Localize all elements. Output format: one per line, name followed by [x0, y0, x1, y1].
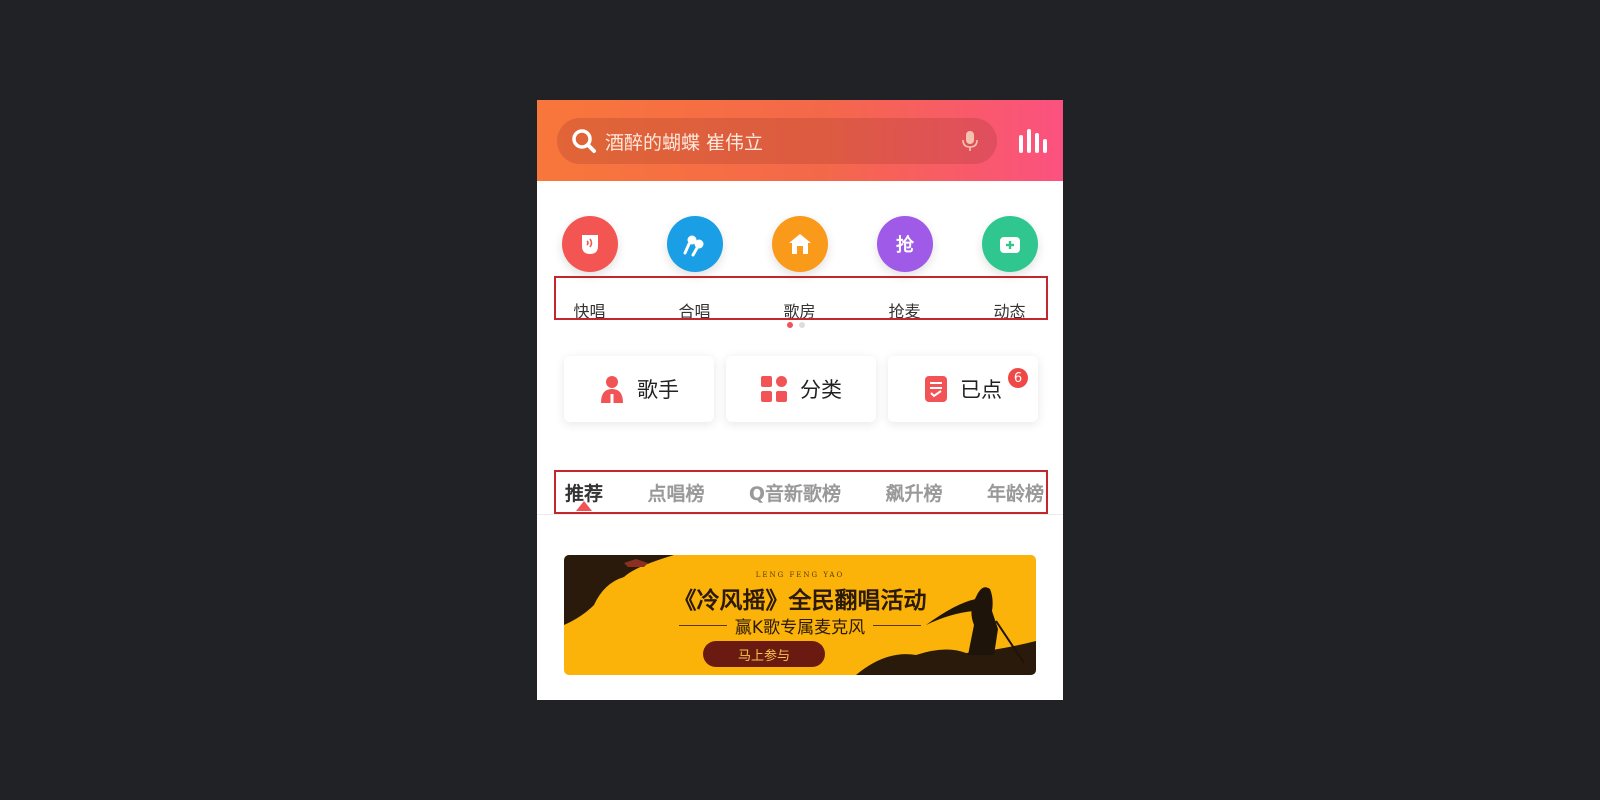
app-screen: 酒醉的蝴蝶 崔伟立 快唱 合唱 歌房 抢 抢麦 动态 歌手 分类 已点 6 推荐… [537, 100, 1063, 700]
card-label: 歌手 [637, 378, 679, 402]
active-tab-indicator [576, 501, 592, 511]
home-icon[interactable] [771, 216, 828, 272]
equalizer-icon[interactable] [1017, 127, 1049, 155]
singer-card[interactable]: 歌手 [564, 356, 714, 422]
top-header: 酒醉的蝴蝶 崔伟立 [537, 100, 1063, 181]
quick-sing-icon[interactable] [561, 216, 618, 272]
banner-small-text: LENG FENG YAO [755, 571, 845, 579]
card-label: 已点 [960, 378, 1002, 402]
highlight-box-quick-labels [554, 276, 1048, 320]
feed-icon[interactable] [981, 216, 1038, 272]
decorative-line [873, 625, 922, 626]
selected-list-icon [925, 376, 947, 402]
singer-icon [601, 376, 623, 403]
search-icon [572, 129, 596, 153]
banner-subtitle-row: 赢K歌专属麦克风 [564, 613, 1036, 638]
join-now-button[interactable]: 马上参与 [703, 641, 825, 667]
tab-song-request-chart[interactable]: 点唱榜 [647, 479, 704, 506]
count-badge: 6 [1008, 368, 1028, 388]
tab-rising-chart[interactable]: 飙升榜 [886, 479, 943, 506]
feature-cards: 歌手 分类 已点 6 [564, 356, 1038, 422]
tab-qq-new-songs-chart[interactable]: Q音新歌榜 [749, 479, 841, 506]
decorative-line [678, 625, 727, 626]
chorus-icon[interactable] [666, 216, 723, 272]
page-dot-active [787, 322, 793, 328]
search-placeholder[interactable]: 酒醉的蝴蝶 崔伟立 [605, 128, 961, 155]
svg-text:抢: 抢 [896, 234, 915, 256]
page-dot [799, 322, 805, 328]
microphone-icon[interactable] [961, 130, 979, 152]
selected-songs-card[interactable]: 已点 6 [888, 356, 1038, 422]
tab-age-chart[interactable]: 年龄榜 [987, 479, 1044, 506]
card-label: 分类 [800, 378, 842, 402]
category-icon [761, 376, 787, 402]
category-card[interactable]: 分类 [726, 356, 876, 422]
divider [537, 514, 1063, 515]
banner-subtitle: 赢K歌专属麦克风 [734, 618, 866, 638]
page-indicator [787, 322, 805, 328]
chart-tabs: 推荐 点唱榜 Q音新歌榜 飙升榜 年龄榜 [554, 470, 1048, 514]
grab-mic-icon[interactable]: 抢 [876, 216, 933, 272]
search-bar[interactable]: 酒醉的蝴蝶 崔伟立 [557, 118, 997, 164]
promo-banner[interactable]: LENG FENG YAO 《冷风摇》全民翻唱活动 赢K歌专属麦克风 马上参与 [564, 555, 1036, 675]
banner-title: 《冷风摇》全民翻唱活动 [673, 587, 927, 614]
